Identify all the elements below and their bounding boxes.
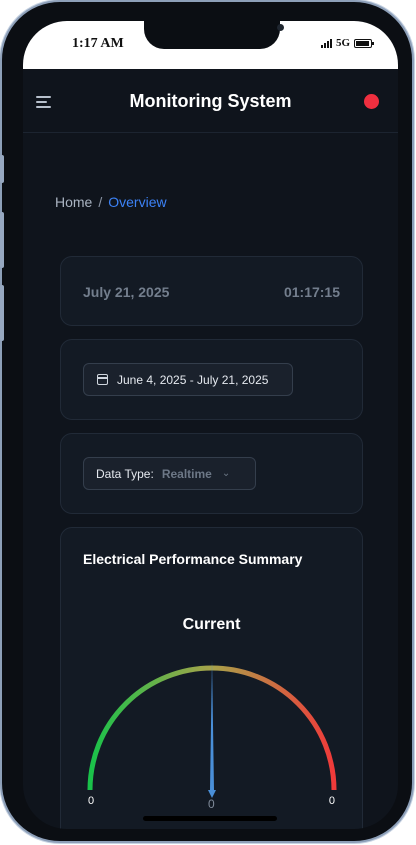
gauge-min-label: 0 [88, 795, 95, 807]
side-button-volume-down [0, 285, 4, 341]
summary-card: Electrical Performance Summary Current 0… [60, 527, 363, 829]
notch [144, 21, 284, 49]
home-indicator [143, 816, 277, 821]
status-indicator [364, 94, 379, 109]
data-type-card: Data Type: Realtime ⌄ [60, 433, 363, 514]
data-type-select[interactable]: Data Type: Realtime ⌄ [83, 457, 256, 490]
app-header: Monitoring System [23, 69, 398, 133]
status-time: 1:17 AM [72, 36, 124, 51]
side-button-volume-up [0, 212, 4, 268]
side-button-mute [0, 155, 4, 183]
gauge-max-label: 0 [328, 795, 335, 807]
date-range-card: June 4, 2025 - July 21, 2025 [60, 339, 363, 420]
breadcrumb-home[interactable]: Home [55, 194, 92, 210]
gauge-needle [210, 660, 214, 790]
chevron-down-icon: ⌄ [221, 468, 231, 479]
app-title: Monitoring System [129, 91, 292, 111]
breadcrumb-current: Overview [108, 194, 167, 210]
gauge [87, 660, 337, 798]
screen: 1:17 AM 5G Monitoring System Home / Over… [23, 21, 398, 829]
current-date: July 21, 2025 [83, 284, 170, 300]
data-type-label: Data Type: [96, 466, 154, 481]
battery-icon [354, 38, 374, 48]
system-icons: 5G [320, 37, 374, 49]
phone-frame: 1:17 AM 5G Monitoring System Home / Over… [0, 2, 412, 841]
gauge-value-label: 0 [208, 797, 215, 811]
status-bar: 1:17 AM 5G [23, 21, 398, 69]
data-type-value: Realtime [161, 466, 212, 481]
breadcrumb: Home / Overview [55, 194, 167, 210]
network-label: 5G [335, 37, 350, 49]
calendar-icon [97, 374, 108, 385]
datetime-card: July 21, 2025 01:17:15 [60, 256, 363, 326]
date-range-label: June 4, 2025 - July 21, 2025 [117, 372, 269, 387]
signal-icon [320, 38, 332, 48]
date-range-picker[interactable]: June 4, 2025 - July 21, 2025 [83, 363, 293, 396]
camera-icon [277, 24, 284, 31]
breadcrumb-separator: / [98, 194, 103, 210]
current-time: 01:17:15 [283, 284, 340, 300]
